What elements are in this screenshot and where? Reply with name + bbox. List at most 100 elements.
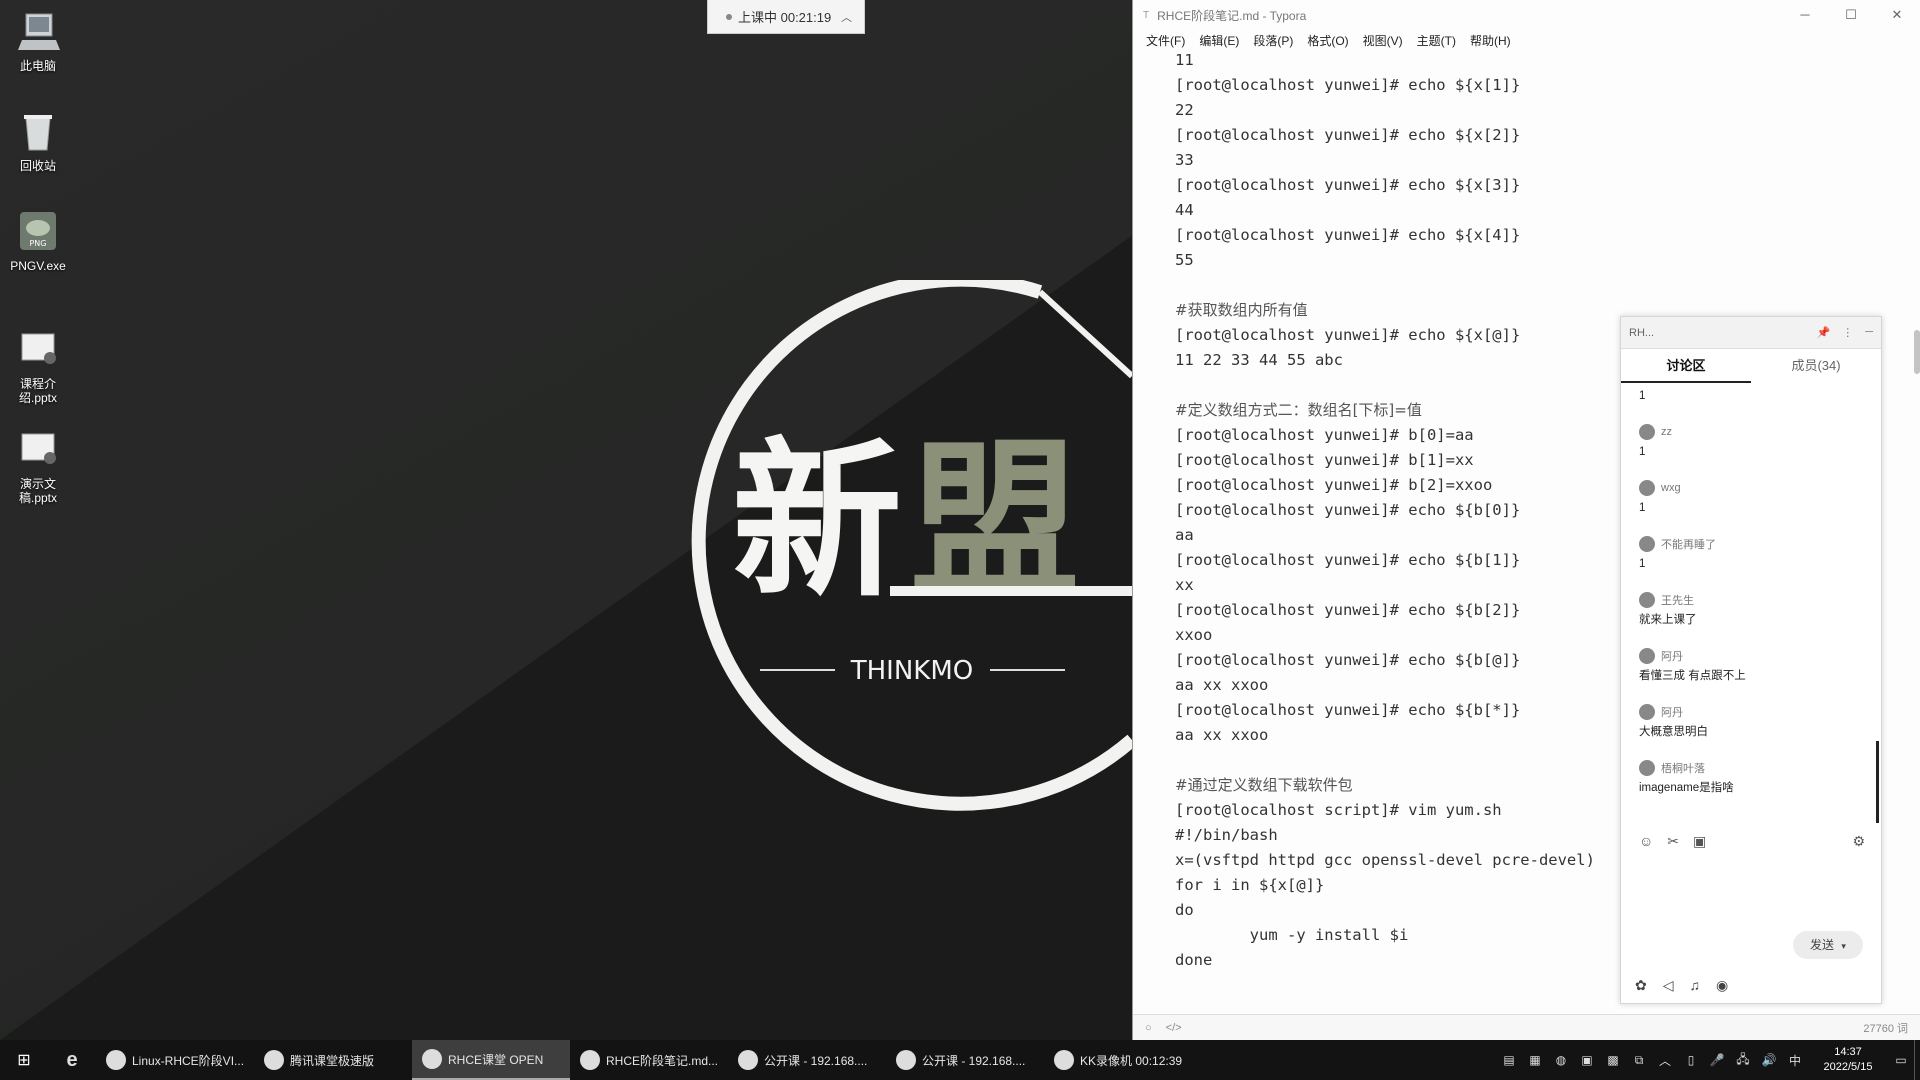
code-line: [root@localhost yunwei]# echo ${x[3]} <box>1175 176 1521 194</box>
clock[interactable]: 14:37 2022/5/15 <box>1808 1045 1888 1075</box>
taskbar-item-label: Linux-RHCE阶段VI... <box>132 1053 245 1068</box>
close-icon[interactable]: ✕ <box>1874 0 1920 30</box>
desktop-icon-label: 课程介绍.pptx <box>18 377 58 405</box>
source-mode-icon[interactable]: </> <box>1166 1022 1182 1034</box>
send-button[interactable]: 发送 ▾ <box>1793 931 1863 959</box>
desktop-icon-course-intro[interactable]: 课程介绍.pptx <box>2 328 74 405</box>
settings-icon[interactable]: ⚙ <box>1852 833 1865 850</box>
taskbar-item[interactable]: 腾讯课堂极速版 <box>254 1040 412 1080</box>
chevron-down-icon[interactable]: ▾ <box>1841 941 1846 951</box>
pptx-file-icon <box>21 433 56 464</box>
app-icon <box>738 1050 758 1070</box>
scissors-icon[interactable]: ✂ <box>1667 833 1679 850</box>
avatar <box>1639 536 1655 552</box>
windows-start-icon[interactable]: ⊞ <box>0 1040 48 1080</box>
pin-icon[interactable]: 📌 <box>1817 326 1831 339</box>
code-line: [root@localhost yunwei]# echo ${x[4]} <box>1175 226 1521 244</box>
chat-message: 1 <box>1639 387 1869 421</box>
status-bar: ○ </> 27760 词 <box>1133 1014 1920 1040</box>
desktop-icon-presentation[interactable]: 演示文稿.pptx <box>2 428 74 505</box>
volume-icon[interactable]: 🔊 <box>1756 1053 1782 1067</box>
taskbar-item-label: 腾讯课堂极速版 <box>290 1053 375 1068</box>
message-text: imagename是指啥 <box>1639 782 1734 794</box>
minimize-icon[interactable]: ─ <box>1782 0 1828 30</box>
typora-app-icon: T <box>1143 9 1150 21</box>
taskbar-item[interactable]: RHCE课堂 OPEN <box>412 1040 570 1080</box>
chat-message: 阿丹 大概意思明白 <box>1639 701 1869 757</box>
image-icon[interactable]: ▣ <box>1693 833 1706 850</box>
usb-icon[interactable]: ▯ <box>1678 1053 1704 1067</box>
desktop-icon-recycle-bin[interactable]: 回收站 <box>2 110 74 173</box>
thinkmo-logo: 新 盟 THINKMO <box>691 280 1140 811</box>
message-user: wxg <box>1661 482 1681 494</box>
taskbar-item[interactable]: RHCE阶段笔记.md... <box>570 1040 728 1080</box>
tray-app-icon[interactable]: ⧉ <box>1626 1053 1652 1068</box>
panel-tabs: 讨论区 成员(34) <box>1621 349 1881 383</box>
clock-time: 14:37 <box>1834 1046 1862 1058</box>
app-icon <box>264 1050 284 1070</box>
tray-app-icon[interactable]: ▦ <box>1522 1053 1548 1067</box>
recorder-icon <box>1054 1050 1074 1070</box>
taskbar-item[interactable]: KK录像机 00:12:39 <box>1044 1040 1202 1080</box>
tab-members[interactable]: 成员(34) <box>1751 349 1881 383</box>
desktop-icon-label: PNGV.exe <box>10 259 66 273</box>
chevron-up-icon[interactable]: ︿ <box>841 9 852 25</box>
taskbar-item[interactable]: 公开课 - 192.168.... <box>728 1040 886 1080</box>
chat-message: zz 1 <box>1639 421 1869 477</box>
svg-text:新: 新 <box>732 423 902 621</box>
svg-text:THINKMO: THINKMO <box>850 656 974 686</box>
avatar <box>1639 704 1655 720</box>
emoji-icon[interactable]: ☺ <box>1639 833 1653 850</box>
code-line: 11 <box>1175 51 1194 69</box>
tray-app-icon[interactable]: ▣ <box>1574 1053 1600 1067</box>
sidebar-toggle-icon[interactable]: ○ <box>1145 1022 1152 1034</box>
panel-header[interactable]: RH... 📌 ⋮ ─ <box>1621 317 1881 349</box>
system-tray: ▤ ▦ ◍ ▣ ▩ ⧉ ︿ ▯ 🎤 🖧 🔊 中 14:37 2022/5/15 … <box>1496 1040 1920 1080</box>
chevron-up-icon[interactable]: ︿ <box>1652 1052 1678 1069</box>
chat-scrollbar[interactable] <box>1876 741 1879 823</box>
edge-browser-icon[interactable]: e <box>48 1040 96 1080</box>
word-count[interactable]: 27760 词 <box>1863 1020 1908 1036</box>
message-text: 1 <box>1639 558 1646 570</box>
tray-app-icon[interactable]: ▩ <box>1600 1053 1626 1067</box>
taskbar: ⊞ e Linux-RHCE阶段VI... 腾讯课堂极速版 RHCE课堂 OPE… <box>0 1040 1920 1080</box>
code-line: [root@localhost yunwei]# echo ${x[1]} <box>1175 76 1521 94</box>
pptx-file-icon <box>21 333 56 364</box>
clock-date: 2022/5/15 <box>1823 1061 1873 1073</box>
png-viewer-icon: PNG <box>20 212 56 250</box>
maximize-icon[interactable]: ☐ <box>1828 0 1874 30</box>
desktop-icon-this-pc[interactable]: 此电脑 <box>2 10 74 73</box>
message-text: 大概意思明白 <box>1639 726 1708 738</box>
class-status-pill[interactable]: 上课中 00:21:19 ︿ <box>707 0 865 34</box>
chat-bottom-bar: ✿ ◁ ♫ ◉ <box>1635 977 1728 994</box>
tray-app-icon[interactable]: ◍ <box>1548 1053 1574 1067</box>
message-text: 就来上课了 <box>1639 614 1697 626</box>
message-user: 王先生 <box>1661 595 1694 607</box>
avatar <box>1639 648 1655 664</box>
more-icon[interactable]: ⋮ <box>1842 326 1853 339</box>
gift-icon[interactable]: ✿ <box>1635 977 1647 994</box>
chat-toolbar: ☺ ✂ ▣ ⚙ <box>1639 833 1865 850</box>
speaker-icon[interactable]: ◁ <box>1663 977 1674 994</box>
window-controls: ─ ☐ ✕ <box>1782 0 1920 30</box>
notification-icon[interactable]: ▭ <box>1888 1053 1914 1067</box>
taskbar-item[interactable]: Linux-RHCE阶段VI... <box>96 1040 254 1080</box>
avatar <box>1639 592 1655 608</box>
panel-title: RH... <box>1629 326 1655 339</box>
scrollbar-thumb[interactable] <box>1914 330 1920 374</box>
taskbar-item[interactable]: 公开课 - 192.168.... <box>886 1040 1044 1080</box>
location-icon[interactable]: ◉ <box>1716 977 1728 994</box>
minimize-icon[interactable]: ─ <box>1865 326 1873 339</box>
ime-indicator[interactable]: 中 <box>1782 1052 1808 1069</box>
music-icon[interactable]: ♫ <box>1690 977 1701 994</box>
taskbar-item-label: KK录像机 00:12:39 <box>1080 1053 1183 1068</box>
show-desktop-button[interactable] <box>1914 1040 1920 1080</box>
microphone-icon[interactable]: 🎤 <box>1704 1053 1730 1067</box>
network-icon[interactable]: 🖧 <box>1730 1050 1756 1071</box>
chat-icon[interactable]: ▤ <box>1496 1053 1522 1067</box>
typora-app-icon <box>580 1050 600 1070</box>
discussion-panel: RH... 📌 ⋮ ─ 讨论区 成员(34) 1 zz 1 wxg 1 不能再睡… <box>1620 316 1882 1004</box>
desktop-icon-pngv[interactable]: PNG PNGV.exe <box>2 210 74 273</box>
tab-discussion[interactable]: 讨论区 <box>1621 349 1751 383</box>
